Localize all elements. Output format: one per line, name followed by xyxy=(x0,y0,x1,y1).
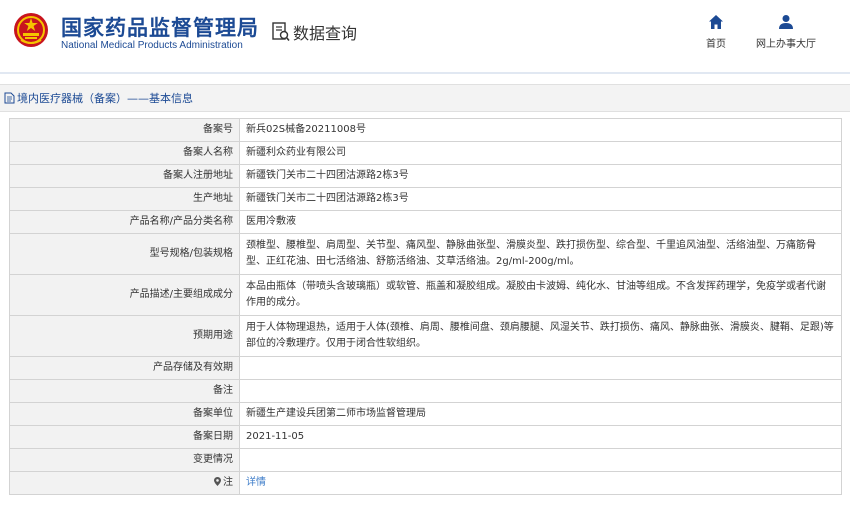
table-row: 备案人注册地址 新疆铁门关市二十四团沽源路2栋3号 xyxy=(9,164,842,188)
row-value: 2021-11-05 xyxy=(239,425,842,449)
nav-home-label: 首页 xyxy=(706,39,726,50)
table-row: 生产地址 新疆铁门关市二十四团沽源路2栋3号 xyxy=(9,187,842,211)
user-icon xyxy=(779,15,793,29)
table-row: 型号规格/包装规格 颈椎型、腰椎型、肩周型、关节型、痛风型、静脉曲张型、滑膜炎型… xyxy=(9,233,842,275)
site-title: 国家药品监督管理局 xyxy=(61,16,259,40)
table-row: 备案人名称 新疆利众药业有限公司 xyxy=(9,141,842,165)
row-value: 新兵02S械备20211008号 xyxy=(239,118,842,142)
row-label: 备注 xyxy=(9,379,240,403)
row-label: 备案号 xyxy=(9,118,240,142)
header-divider xyxy=(0,72,850,74)
nav-online-hall-label: 网上办事大厅 xyxy=(756,39,816,50)
table-row: 备案日期 2021-11-05 xyxy=(9,425,842,449)
row-label: 备案人名称 xyxy=(9,141,240,165)
table-row: 产品名称/产品分类名称 医用冷敷液 xyxy=(9,210,842,234)
document-icon xyxy=(4,92,15,104)
site-subtitle: National Medical Products Administration xyxy=(61,40,243,51)
row-value: 新疆生产建设兵团第二师市场监督管理局 xyxy=(239,402,842,426)
row-value xyxy=(239,356,842,380)
row-label: 产品存储及有效期 xyxy=(9,356,240,380)
breadcrumb: 境内医疗器械（备案）——基本信息 xyxy=(0,84,850,112)
table-row: 变更情况 xyxy=(9,448,842,472)
row-value-cell: 详情 xyxy=(239,471,842,495)
table-row: 注 详情 xyxy=(9,471,842,495)
table-row: 备案单位 新疆生产建设兵团第二师市场监督管理局 xyxy=(9,402,842,426)
table-row: 备注 xyxy=(9,379,842,403)
row-value: 用于人体物理退热，适用于人体(颈椎、肩周、腰椎间盘、颈肩腰腿、风湿关节、跌打损伤… xyxy=(239,315,842,357)
row-label: 备案日期 xyxy=(9,425,240,449)
table-row: 产品存储及有效期 xyxy=(9,356,842,380)
data-query-link[interactable]: 数据查询 xyxy=(272,20,357,44)
details-link[interactable]: 详情 xyxy=(246,477,266,488)
note-label-cell: 注 xyxy=(9,471,240,495)
table-row: 备案号 新兵02S械备20211008号 xyxy=(9,118,842,142)
row-label: 备案人注册地址 xyxy=(9,164,240,188)
row-value: 医用冷敷液 xyxy=(239,210,842,234)
row-label: 生产地址 xyxy=(9,187,240,211)
row-label: 预期用途 xyxy=(9,315,240,357)
detail-table: 备案号 新兵02S械备20211008号 备案人名称 新疆利众药业有限公司 备案… xyxy=(9,118,842,495)
row-value xyxy=(239,448,842,472)
row-label: 变更情况 xyxy=(9,448,240,472)
national-emblem-icon xyxy=(14,13,48,47)
table-row: 产品描述/主要组成成分 本品由瓶体（带喷头含玻璃瓶）或软管、瓶盖和凝胶组成。凝胶… xyxy=(9,274,842,316)
row-value: 颈椎型、腰椎型、肩周型、关节型、痛风型、静脉曲张型、滑膜炎型、跌打损伤型、综合型… xyxy=(239,233,842,275)
row-value: 本品由瓶体（带喷头含玻璃瓶）或软管、瓶盖和凝胶组成。凝胶由卡波姆、纯化水、甘油等… xyxy=(239,274,842,316)
row-label: 备案单位 xyxy=(9,402,240,426)
row-label: 注 xyxy=(223,477,233,488)
row-value: 新疆利众药业有限公司 xyxy=(239,141,842,165)
pin-icon xyxy=(214,475,221,491)
site-header: 国家药品监督管理局 National Medical Products Admi… xyxy=(0,0,850,72)
table-row: 预期用途 用于人体物理退热，适用于人体(颈椎、肩周、腰椎间盘、颈肩腰腿、风湿关节… xyxy=(9,315,842,357)
row-label: 产品描述/主要组成成分 xyxy=(9,274,240,316)
home-icon xyxy=(709,15,723,29)
search-document-icon xyxy=(272,22,290,42)
row-label: 型号规格/包装规格 xyxy=(9,233,240,275)
row-value xyxy=(239,379,842,403)
row-label: 产品名称/产品分类名称 xyxy=(9,210,240,234)
nav-online-hall[interactable]: 网上办事大厅 xyxy=(748,14,824,50)
breadcrumb-text: 境内医疗器械（备案）——基本信息 xyxy=(17,92,193,105)
data-query-label: 数据查询 xyxy=(293,24,358,43)
row-value: 新疆铁门关市二十四团沽源路2栋3号 xyxy=(239,187,842,211)
row-value: 新疆铁门关市二十四团沽源路2栋3号 xyxy=(239,164,842,188)
nav-home[interactable]: 首页 xyxy=(700,14,732,50)
